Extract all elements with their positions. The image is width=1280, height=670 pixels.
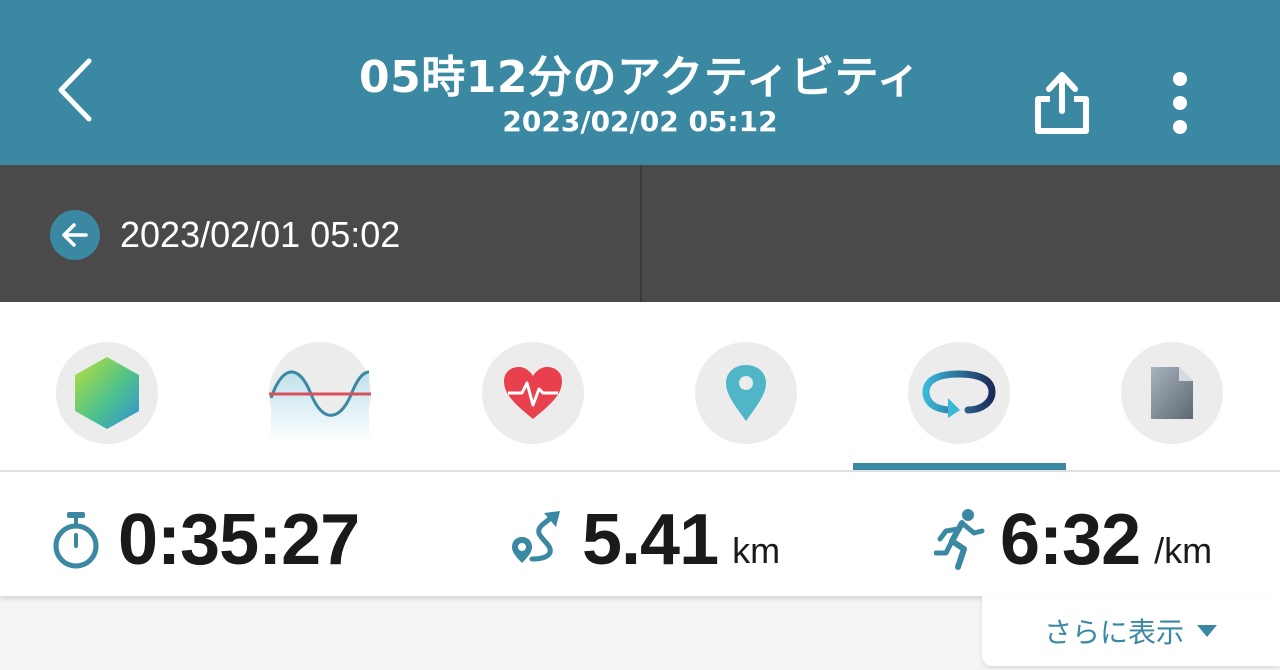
share-icon bbox=[1035, 72, 1089, 134]
tab-heart-rate[interactable] bbox=[482, 342, 584, 444]
previous-activity-button[interactable]: 2023/02/01 05:02 bbox=[50, 205, 400, 265]
pace-value: 6:32 bbox=[1000, 500, 1141, 580]
previous-activity-date: 2023/02/01 05:02 bbox=[120, 214, 401, 255]
page-subtitle: 2023/02/02 05:12 bbox=[502, 105, 778, 138]
activity-tabs bbox=[0, 302, 1280, 472]
chevron-left-icon bbox=[58, 58, 92, 122]
duration-value: 0:35:27 bbox=[118, 500, 360, 580]
hexagon-icon bbox=[75, 357, 139, 429]
pace-unit: /km bbox=[1154, 530, 1213, 571]
tab-summary[interactable] bbox=[56, 342, 158, 444]
loop-arrow-icon bbox=[922, 370, 996, 418]
stopwatch-icon bbox=[53, 512, 99, 569]
location-pin-icon bbox=[726, 365, 766, 421]
tab-map[interactable] bbox=[695, 342, 797, 444]
page-title: 05時12分のアクティビティ bbox=[359, 52, 921, 103]
distance-unit: km bbox=[732, 530, 781, 571]
activity-stats: 0:35:27 5.41 km 6:32 /km bbox=[0, 472, 1280, 596]
distance-value: 5.41 bbox=[582, 500, 719, 580]
stat-pace: 6:32 /km bbox=[934, 500, 1212, 580]
more-vertical-icon bbox=[1173, 72, 1187, 134]
stat-distance: 5.41 km bbox=[508, 500, 780, 580]
title-block: 05時12分のアクティビティ 2023/02/02 05:12 bbox=[200, 52, 1080, 140]
tab-laps[interactable] bbox=[908, 342, 1010, 444]
activity-navigation-bar: 2023/02/01 05:02 bbox=[0, 165, 1280, 302]
show-more-button[interactable]: さらに表示 bbox=[982, 596, 1280, 666]
tab-graph[interactable] bbox=[269, 342, 371, 444]
arrow-left-icon bbox=[50, 210, 100, 260]
more-options-button[interactable] bbox=[1150, 62, 1210, 142]
stat-duration: 0:35:27 bbox=[48, 500, 360, 580]
tab-file[interactable] bbox=[1121, 342, 1223, 444]
document-icon bbox=[1151, 367, 1193, 419]
route-icon bbox=[512, 511, 560, 563]
show-more-label: さらに表示 bbox=[1043, 616, 1184, 649]
app-header: 05時12分のアクティビティ 2023/02/02 05:12 bbox=[0, 0, 1280, 165]
heart-rate-icon bbox=[504, 367, 562, 419]
back-button[interactable] bbox=[40, 50, 110, 130]
wave-graph-icon bbox=[269, 370, 371, 444]
running-icon bbox=[934, 509, 985, 570]
caret-down-icon bbox=[1197, 625, 1217, 637]
nav-divider bbox=[640, 165, 642, 302]
share-button[interactable] bbox=[1022, 62, 1102, 142]
selected-tab-indicator bbox=[853, 463, 1066, 470]
